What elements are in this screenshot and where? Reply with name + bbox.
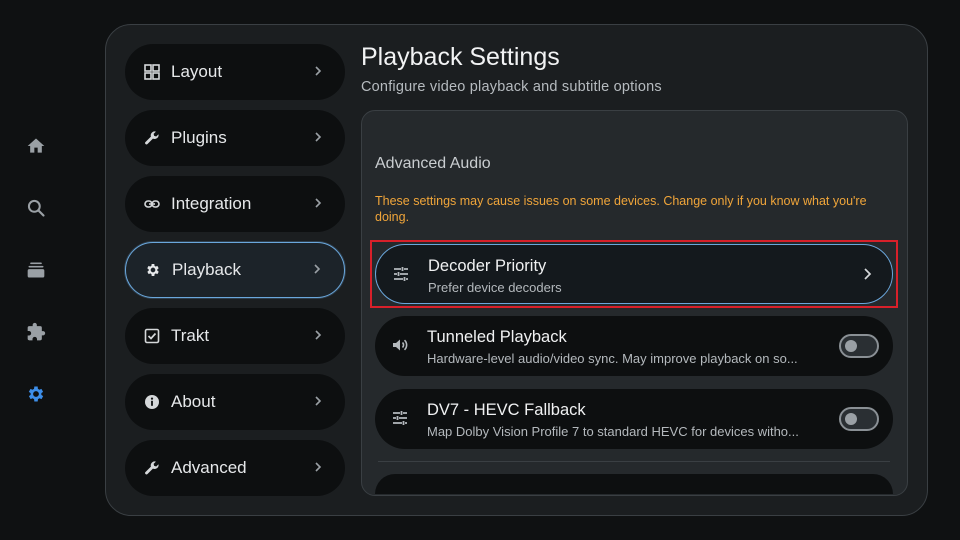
link-icon: [144, 196, 160, 212]
tunneled-playback-toggle[interactable]: [839, 334, 879, 358]
chevron-right-icon: [313, 327, 323, 345]
chevron-right-icon: [313, 393, 323, 411]
setting-title: DV7 - HEVC Fallback: [427, 401, 586, 419]
nav-item-about[interactable]: About: [125, 374, 345, 430]
left-rail: [0, 0, 72, 540]
section-title: Advanced Audio: [375, 155, 491, 172]
highlight-box: [370, 240, 898, 308]
page-title: Playback Settings: [361, 43, 560, 71]
dv7-hevc-fallback-row[interactable]: DV7 - HEVC Fallback Map Dolby Vision Pro…: [375, 389, 893, 449]
dv7-hevc-fallback-toggle[interactable]: [839, 407, 879, 431]
sliders-icon: [391, 409, 409, 427]
puzzle-icon[interactable]: [24, 320, 48, 344]
nav-item-playback[interactable]: Playback: [125, 242, 345, 298]
warning-text: These settings may cause issues on some …: [375, 194, 867, 224]
next-row-peek: [375, 474, 893, 494]
nav-item-trakt[interactable]: Trakt: [125, 308, 345, 364]
toggle-knob: [845, 340, 857, 352]
setting-description: Hardware-level audio/video sync. May imp…: [427, 351, 798, 366]
toggle-knob: [845, 413, 857, 425]
nav-item-label: Trakt: [171, 326, 210, 345]
nav-item-plugins[interactable]: Plugins: [125, 110, 345, 166]
setting-description: Map Dolby Vision Profile 7 to standard H…: [427, 424, 799, 439]
chevron-right-icon: [313, 459, 323, 477]
section-divider: [378, 461, 890, 462]
chevron-right-icon: [313, 195, 323, 213]
wrench-icon: [144, 130, 160, 146]
nav-item-advanced[interactable]: Advanced: [125, 440, 345, 496]
checkbox-icon: [144, 328, 160, 344]
home-icon[interactable]: [24, 134, 48, 158]
wrench-icon: [144, 460, 160, 476]
gear-icon: [145, 262, 161, 278]
nav-item-label: Playback: [172, 260, 241, 279]
chevron-right-icon: [313, 129, 323, 147]
nav-item-label: Layout: [171, 62, 223, 81]
chevron-right-icon: [312, 261, 322, 279]
nav-item-integration[interactable]: Integration: [125, 176, 345, 232]
speaker-icon: [391, 336, 409, 354]
library-icon[interactable]: [24, 258, 48, 282]
chevron-right-icon: [313, 63, 323, 81]
nav-item-label: Advanced: [171, 458, 247, 477]
page-subtitle: Configure video playback and subtitle op…: [361, 79, 662, 95]
nav-item-layout[interactable]: Layout: [125, 44, 345, 100]
nav-item-label: Plugins: [171, 128, 227, 147]
info-icon: [144, 394, 160, 410]
nav-item-label: Integration: [171, 194, 252, 213]
tunneled-playback-row[interactable]: Tunneled Playback Hardware-level audio/v…: [375, 316, 893, 376]
search-icon[interactable]: [24, 196, 48, 220]
setting-title: Tunneled Playback: [427, 328, 567, 346]
nav-item-label: About: [171, 392, 216, 411]
gear-icon[interactable]: [24, 382, 48, 406]
grid-icon: [144, 64, 160, 80]
